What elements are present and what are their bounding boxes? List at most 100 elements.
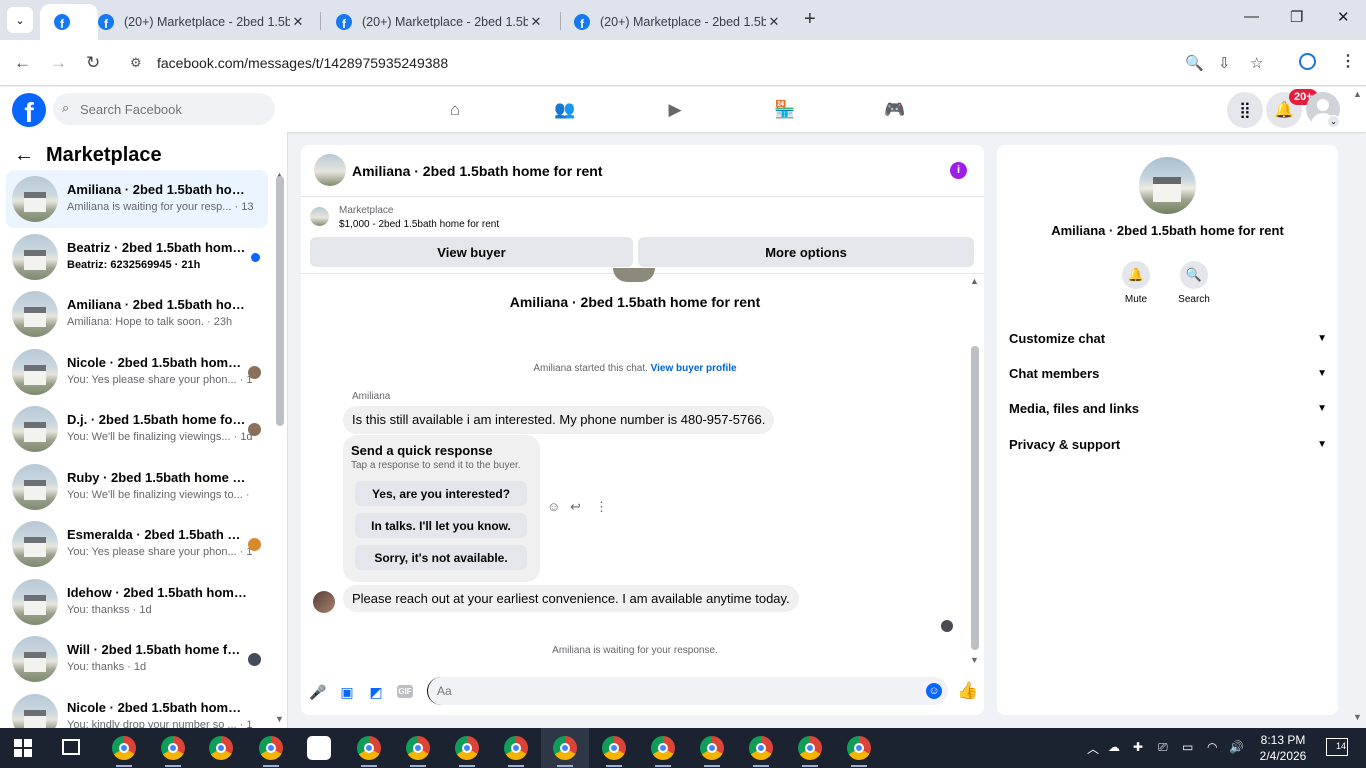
quick-response-button[interactable]: In talks. I'll let you know. [355, 513, 527, 538]
quick-response-button[interactable]: Yes, are you interested? [355, 481, 527, 506]
chrome-app-icon[interactable] [357, 736, 381, 760]
privacy-support-section[interactable]: Privacy & support ▼ [1009, 429, 1327, 459]
view-buyer-button[interactable]: View buyer [310, 237, 633, 267]
more-options-button[interactable]: More options [638, 237, 974, 267]
chrome-app-icon[interactable] [504, 736, 528, 760]
back-arrow-icon[interactable]: ← [14, 53, 31, 73]
customize-chat-section[interactable]: Customize chat ▼ [1009, 323, 1327, 353]
facebook-logo-icon[interactable]: f [12, 93, 46, 127]
onedrive-icon[interactable]: ☁ [1108, 740, 1120, 754]
tray-expand-icon[interactable]: ︿ [1087, 740, 1099, 757]
site-info-icon[interactable]: ⚙ [130, 55, 142, 71]
info-avatar[interactable] [1139, 157, 1196, 214]
conversation-item[interactable]: Ruby · 2bed 1.5bath home for r... You: We… [6, 458, 268, 516]
zoom-icon[interactable]: 🔍 [1185, 54, 1204, 72]
photo-icon[interactable]: ▣ [338, 683, 356, 701]
close-window-icon[interactable]: ✕ [1337, 8, 1350, 26]
chrome-app-icon[interactable] [847, 736, 871, 760]
windows-start-icon[interactable] [14, 739, 32, 757]
chrome-app-icon[interactable] [259, 736, 283, 760]
install-app-icon[interactable]: ⇩ [1218, 54, 1231, 72]
more-actions-icon[interactable]: ⋮ [595, 499, 608, 515]
chrome-app-icon[interactable] [798, 736, 822, 760]
chrome-app-icon[interactable] [700, 736, 724, 760]
notification-center-icon[interactable]: 14 [1326, 738, 1348, 756]
chrome-app-icon[interactable] [161, 736, 185, 760]
conversation-item[interactable]: Nicole · 2bed 1.5bath home f... You: Yes … [6, 343, 268, 401]
task-view-icon[interactable] [62, 739, 80, 755]
chrome-app-icon[interactable] [112, 736, 136, 760]
mute-action[interactable]: 🔔 Mute [1111, 261, 1161, 305]
home-icon[interactable]: ⌂ [444, 99, 466, 121]
conversation-item[interactable]: Idehow · 2bed 1.5bath home for... You: th… [6, 573, 268, 631]
message-bubble[interactable]: Is this still available i am interested.… [343, 406, 775, 434]
tab-4[interactable]: f (20+) Marketplace - 2bed 1.5bath ✕ [560, 4, 792, 40]
microphone-icon[interactable]: 🎤 [309, 683, 327, 701]
restore-icon[interactable]: ❐ [1290, 8, 1303, 26]
browser-profile-icon[interactable] [1299, 53, 1316, 70]
video-icon[interactable]: ▶ [664, 99, 686, 121]
conversation-item[interactable]: Esmeralda · 2bed 1.5bath ho... You: Yes p… [6, 515, 268, 573]
page-scroll-down-icon[interactable]: ▼ [1353, 712, 1362, 722]
battery-icon[interactable]: ▭ [1182, 740, 1193, 754]
conversation-item[interactable]: Amiliana · 2bed 1.5bath home f... Amilian… [6, 170, 268, 228]
gaming-icon[interactable]: 🎮 [884, 99, 906, 121]
info-icon[interactable]: i [950, 162, 967, 179]
menu-grid-button[interactable]: ⣿ [1227, 92, 1263, 128]
gif-icon[interactable]: GIF [397, 685, 413, 698]
conversation-item[interactable]: Beatriz · 2bed 1.5bath home f... Beatriz:… [6, 228, 268, 286]
chrome-app-icon[interactable] [406, 736, 430, 760]
new-tab-button[interactable]: + [804, 9, 816, 29]
chrome-app-icon[interactable] [749, 736, 773, 760]
friends-icon[interactable]: 👥 [554, 99, 576, 121]
chat-avatar[interactable] [314, 154, 346, 186]
chrome-app-icon[interactable] [553, 736, 577, 760]
meet-now-icon[interactable]: ⎚ [1158, 740, 1168, 755]
tab-search-button[interactable]: ⌄ [7, 7, 33, 33]
url-text[interactable]: facebook.com/messages/t/1428975935249388 [157, 55, 448, 71]
sidebar-scrollbar[interactable] [276, 176, 284, 426]
back-arrow-icon[interactable]: ← [14, 144, 34, 167]
thumbs-up-icon[interactable]: 👍 [957, 681, 978, 701]
scroll-down-arrow-icon[interactable]: ▼ [275, 714, 284, 724]
capcut-app-icon[interactable] [307, 736, 331, 760]
message-bubble[interactable]: Please reach out at your earliest conven… [343, 585, 799, 612]
security-icon[interactable]: ✚ [1133, 740, 1143, 754]
conversation-item[interactable]: Amiliana · 2bed 1.5bath home f... Amilian… [6, 285, 268, 343]
listing-thumbnail[interactable] [310, 207, 329, 226]
browser-menu-icon[interactable]: ⋮ [1340, 51, 1356, 71]
wifi-icon[interactable]: ◠ [1207, 740, 1217, 754]
reply-icon[interactable]: ↩ [570, 499, 581, 515]
tab-2[interactable]: f (20+) Marketplace - 2bed 1.5bath ✕ [84, 4, 316, 40]
chrome-app-icon[interactable] [602, 736, 626, 760]
media-files-links-section[interactable]: Media, files and links ▼ [1009, 393, 1327, 423]
volume-icon[interactable]: 🔊 [1229, 740, 1244, 754]
minimize-icon[interactable]: — [1244, 8, 1259, 25]
conversation-item[interactable]: D.j. · 2bed 1.5bath home for r... You: We… [6, 400, 268, 458]
close-tab-icon[interactable]: ✕ [528, 14, 544, 30]
page-scroll-up-icon[interactable]: ▲ [1353, 89, 1362, 99]
chrome-app-icon[interactable] [209, 736, 233, 760]
search-action[interactable]: 🔍 Search [1169, 261, 1219, 305]
forward-arrow-icon[interactable]: → [50, 53, 67, 73]
marketplace-icon[interactable]: 🏪 [774, 99, 796, 121]
sticker-icon[interactable]: ◩ [367, 683, 385, 701]
chat-members-section[interactable]: Chat members ▼ [1009, 358, 1327, 388]
address-bar[interactable]: ⚙ facebook.com/messages/t/14289759352493… [120, 47, 1280, 79]
taskbar-clock[interactable]: 8:13 PM 2/4/2026 [1258, 732, 1308, 764]
emoji-icon[interactable]: ☺ [926, 683, 942, 699]
listing-description[interactable]: $1,000 - 2bed 1.5bath home for rent [339, 219, 499, 230]
scroll-up-arrow-icon[interactable]: ▲ [970, 276, 979, 286]
conversation-item[interactable]: Nicole · 2bed 1.5bath home for ... You: k… [6, 688, 268, 728]
bookmark-star-icon[interactable]: ☆ [1250, 54, 1263, 72]
tab-3[interactable]: f (20+) Marketplace - 2bed 1.5bath ✕ [322, 4, 554, 40]
conversation-item[interactable]: Will · 2bed 1.5bath home for ... You: tha… [6, 630, 268, 688]
quick-response-button[interactable]: Sorry, it's not available. [355, 545, 527, 570]
view-buyer-profile-link[interactable]: View buyer profile [651, 363, 737, 374]
chat-scrollbar[interactable] [971, 346, 979, 650]
chrome-app-icon[interactable] [455, 736, 479, 760]
message-input[interactable] [427, 677, 948, 705]
chat-title[interactable]: Amiliana · 2bed 1.5bath home for rent [352, 163, 603, 179]
account-caret-icon[interactable]: ⌄ [1327, 115, 1340, 128]
facebook-search-input[interactable] [80, 93, 260, 125]
